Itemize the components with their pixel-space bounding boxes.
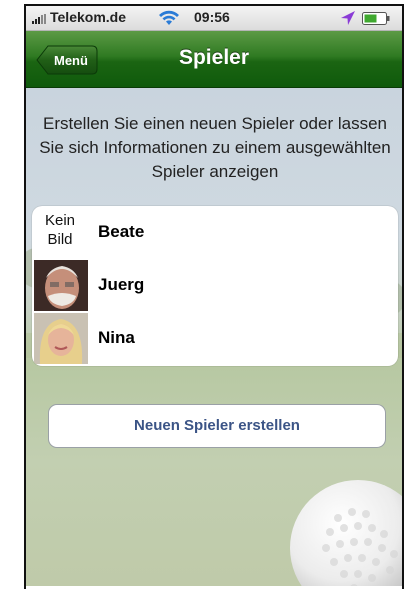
player-list: Kein Bild Beate Juerg Nina	[32, 206, 398, 366]
frame-border	[402, 6, 404, 589]
instruction-text: Erstellen Sie einen neuen Spieler oder l…	[39, 114, 391, 181]
page-title: Spieler	[178, 46, 250, 69]
phone-screen: Telekom.de 09:56 Menü Spieler Erstellen …	[26, 6, 402, 586]
golf-ball-image	[290, 480, 402, 586]
player-row-nina[interactable]: Nina	[32, 312, 398, 365]
carrier-name: Telekom.de	[50, 9, 126, 25]
player-avatar	[34, 313, 88, 364]
player-row-beate[interactable]: Kein Bild Beate	[32, 206, 398, 259]
navigation-bar: Menü Spieler	[26, 31, 402, 88]
player-row-juerg[interactable]: Juerg	[32, 259, 398, 312]
wifi-icon	[159, 10, 179, 25]
player-name: Juerg	[98, 275, 145, 294]
player-avatar	[34, 260, 88, 311]
location-arrow-icon	[341, 11, 355, 25]
status-bar: Telekom.de 09:56	[26, 6, 402, 31]
golf-course-background: Erstellen Sie einen neuen Spieler oder l…	[26, 88, 402, 586]
create-player-button[interactable]: Neuen Spieler erstellen	[48, 404, 386, 448]
clock: 09:56	[194, 9, 230, 25]
signal-strength-icon	[32, 14, 48, 24]
no-image-label: Kein Bild	[44, 212, 76, 248]
no-image-placeholder: Kein Bild	[34, 207, 88, 258]
player-name: Beate	[98, 222, 145, 241]
player-name: Nina	[98, 328, 135, 347]
battery-icon	[362, 12, 390, 25]
